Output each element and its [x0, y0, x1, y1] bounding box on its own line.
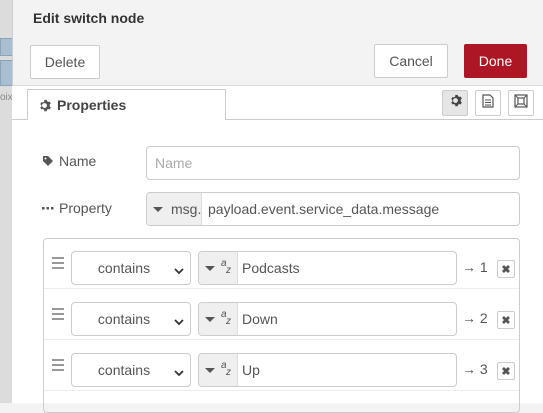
string-type-icon: az	[221, 258, 231, 276]
gear-icon	[449, 94, 462, 112]
rule-row: contains az Up → 3 ✖	[44, 341, 519, 391]
document-icon	[482, 93, 494, 113]
ellipsis-icon	[42, 206, 54, 210]
tab-properties-label: Properties	[57, 97, 127, 113]
tab-properties[interactable]: Properties	[27, 89, 226, 121]
rule-operator-select[interactable]: contains	[71, 353, 191, 387]
property-type-label: msg.	[171, 201, 202, 217]
delete-rule-button[interactable]: ✖	[497, 362, 515, 380]
rules-list: contains az Podcasts → 1 ✖ contains a z …	[43, 238, 520, 413]
property-label: Property	[59, 200, 112, 216]
gear-icon	[38, 99, 51, 112]
string-type-icon: az	[221, 309, 231, 327]
tag-icon	[42, 155, 54, 167]
rule-value[interactable]: Podcasts	[238, 252, 456, 284]
frame-icon	[514, 93, 528, 113]
rule-operator-value: contains	[97, 311, 151, 327]
done-button[interactable]: Done	[464, 44, 527, 78]
output-port-label: → 1	[462, 259, 488, 275]
delete-rule-button[interactable]: ✖	[497, 260, 515, 278]
rule-row: contains az Podcasts → 1 ✖	[44, 239, 519, 289]
properties-form: Name Property msg. payload.event.service…	[12, 120, 543, 413]
rule-operator-value: contains	[97, 362, 151, 378]
property-row-label: Property	[42, 200, 112, 216]
rule-value[interactable]: Up	[238, 354, 456, 386]
drag-handle-icon[interactable]	[52, 308, 64, 323]
name-label: Name	[59, 153, 97, 169]
rule-value-input[interactable]: az Down	[198, 302, 457, 336]
tray-header: Edit switch node Delete Cancel Done	[13, 0, 543, 86]
cancel-button[interactable]: Cancel	[374, 44, 448, 78]
chevron-down-icon	[174, 314, 184, 330]
name-row-label: Name	[42, 153, 96, 169]
rule-value[interactable]: Down	[238, 303, 456, 335]
property-value[interactable]: payload.event.service_data.message	[202, 193, 519, 225]
output-port-label: → 2	[462, 310, 488, 326]
appearance-tab-button[interactable]	[508, 90, 534, 116]
delete-rule-button[interactable]: ✖	[497, 311, 515, 329]
rule-type-selector[interactable]: az	[199, 303, 238, 335]
rule-operator-select[interactable]: contains	[71, 251, 191, 285]
dialog-title: Edit switch node	[33, 10, 145, 26]
rule-type-selector[interactable]: az	[199, 354, 238, 386]
chevron-down-icon	[174, 263, 184, 279]
rule-value-input[interactable]: az Up	[198, 353, 457, 387]
drag-handle-icon[interactable]	[52, 257, 64, 272]
rule-operator-value: contains	[97, 260, 151, 276]
tabs-bar: Properties	[12, 86, 543, 121]
property-type-selector[interactable]: msg.	[147, 193, 202, 225]
property-typed-input[interactable]: msg. payload.event.service_data.message	[146, 192, 520, 226]
string-type-icon: az	[221, 360, 231, 378]
name-input[interactable]	[146, 146, 520, 180]
settings-tab-button[interactable]	[442, 90, 468, 116]
rule-type-selector[interactable]: az	[199, 252, 238, 284]
caret-down-icon	[205, 265, 215, 271]
chevron-down-icon	[174, 365, 184, 381]
rule-operator-select[interactable]: contains	[71, 302, 191, 336]
drag-handle-icon[interactable]	[52, 359, 64, 374]
delete-button[interactable]: Delete	[30, 45, 100, 79]
caret-down-icon	[205, 316, 215, 322]
output-port-label: → 3	[462, 361, 488, 377]
rule-row: contains az Down → 2 ✖	[44, 290, 519, 340]
rule-value-input[interactable]: az Podcasts	[198, 251, 457, 285]
description-tab-button[interactable]	[475, 90, 501, 116]
caret-down-icon	[153, 206, 163, 212]
caret-down-icon	[205, 367, 215, 373]
